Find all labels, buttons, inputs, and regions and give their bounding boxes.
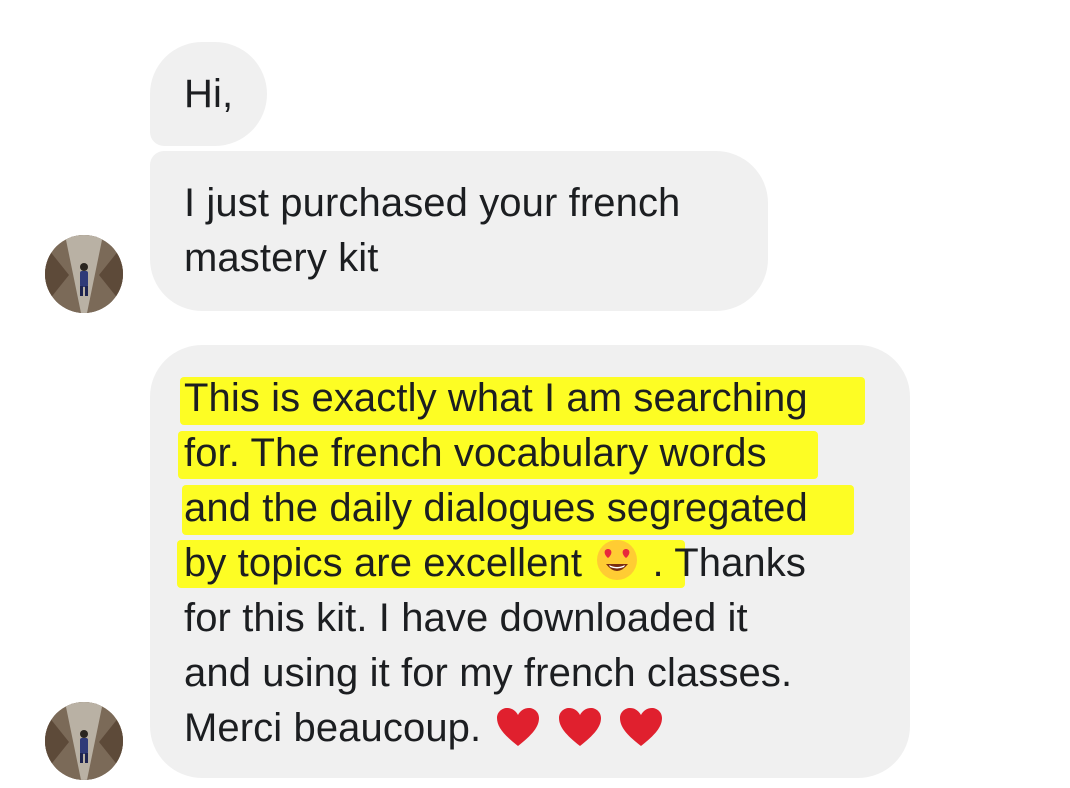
message-text: Hi, xyxy=(184,72,234,116)
red-heart-emoji-icon xyxy=(619,708,662,746)
red-heart-emoji-icon xyxy=(558,708,601,746)
message-text-line-2: mastery kit xyxy=(184,236,379,280)
avatar[interactable] xyxy=(45,702,123,780)
user-avatar-photo-icon xyxy=(45,702,123,780)
user-avatar-photo-icon xyxy=(45,235,123,313)
heart-eyes-emoji-icon xyxy=(597,540,638,580)
message-text-segment: Merci beaucoup. xyxy=(184,706,482,750)
message-text-segment: . Thanks xyxy=(652,541,806,585)
message-bubble-3[interactable]: This is exactly what I am searching for.… xyxy=(150,345,910,778)
message-text-segment: by topics are excellent xyxy=(184,541,583,585)
message-text-line-5: for this kit. I have downloaded it xyxy=(184,596,748,640)
message-text-line-4: by topics are excellent . Thanks xyxy=(184,536,910,591)
message-bubble-2[interactable]: I just purchased your french mastery kit xyxy=(150,151,768,311)
message-text-line-1: This is exactly what I am searching xyxy=(184,376,808,420)
message-text-line-7: Merci beaucoup. xyxy=(184,701,910,756)
message-bubble-1[interactable]: Hi, xyxy=(150,42,267,146)
message-text-line-2: for. The french vocabulary words xyxy=(184,431,767,475)
message-text-line-6: and using it for my french classes. xyxy=(184,651,793,695)
message-text-line-3: and the daily dialogues segregated xyxy=(184,486,808,530)
avatar[interactable] xyxy=(45,235,123,313)
red-heart-emoji-icon xyxy=(497,708,540,746)
message-text-line-1: I just purchased your french xyxy=(184,181,681,225)
